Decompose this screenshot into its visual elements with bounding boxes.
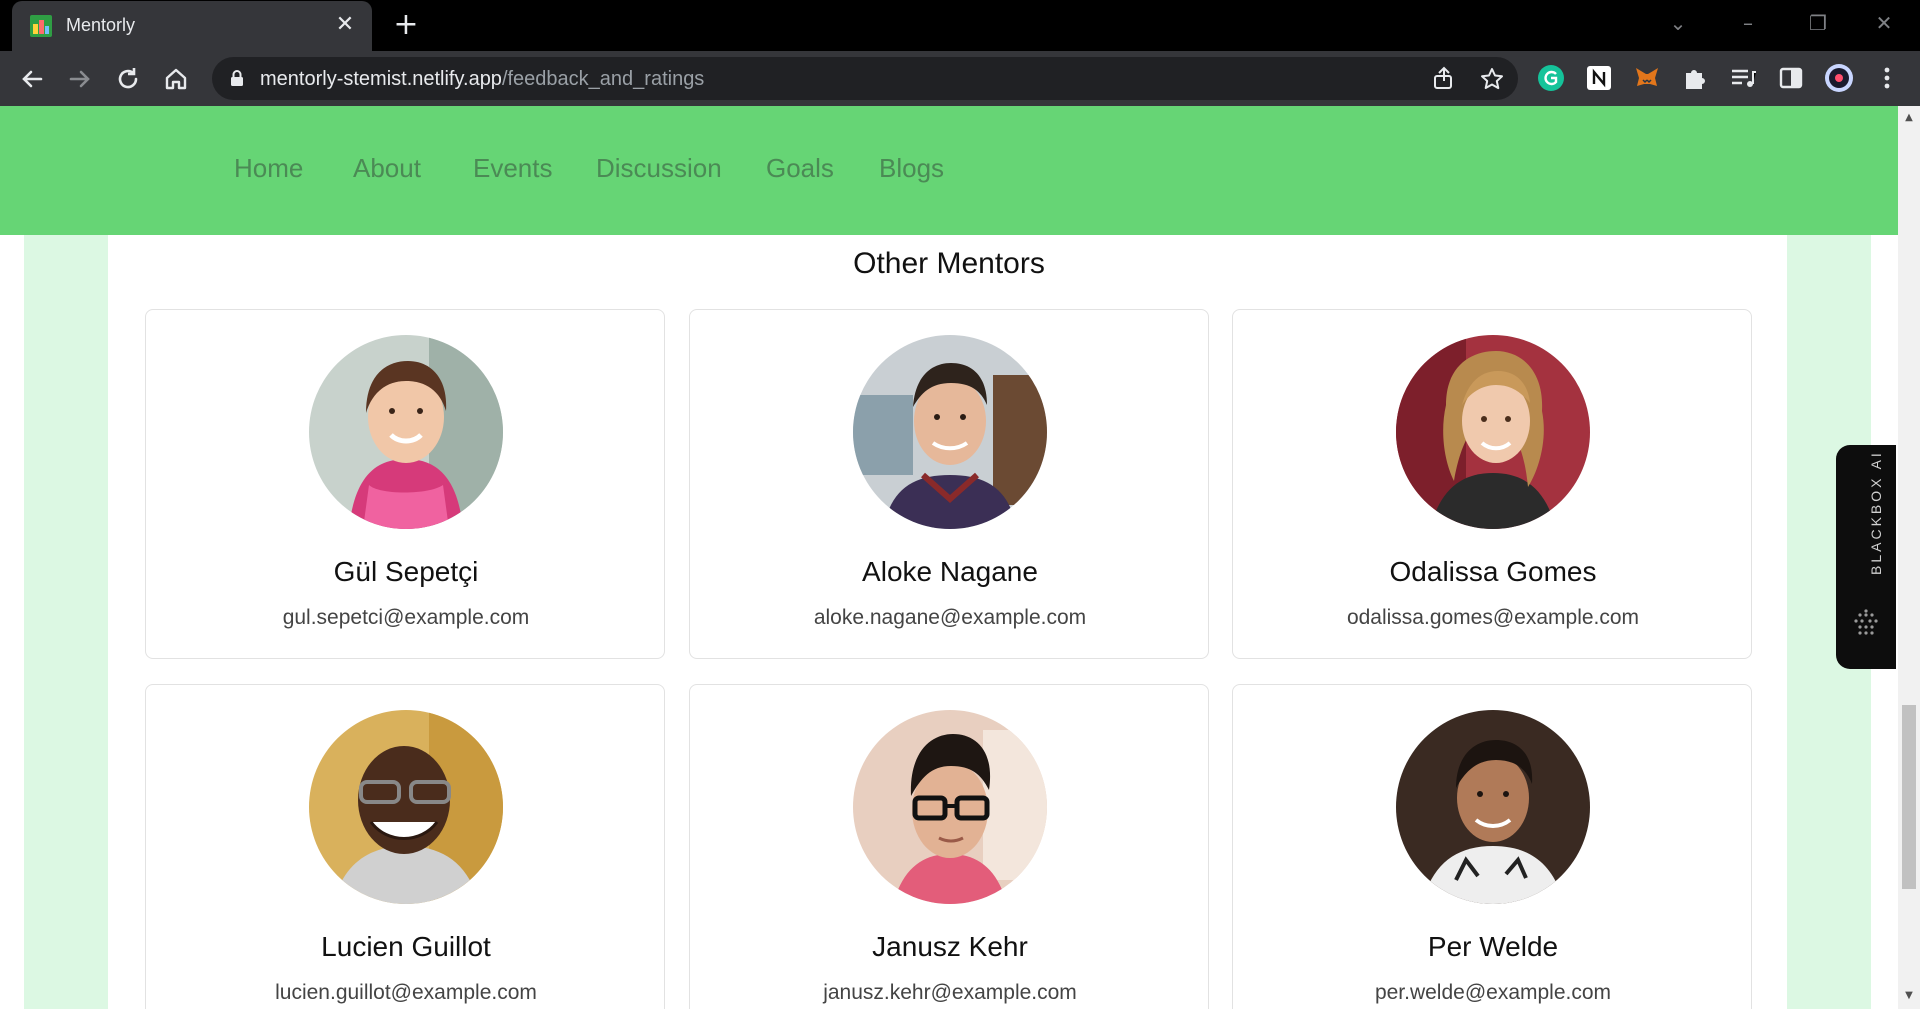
window-close-icon[interactable]: ✕ — [1866, 8, 1902, 38]
new-tab-button[interactable]: + — [390, 10, 422, 42]
site-navbar: Home About Events Discussion Goals Blogs — [0, 106, 1898, 235]
mentor-email: odalissa.gomes@example.com — [1346, 606, 1640, 629]
mentor-name: Per Welde — [1427, 931, 1559, 962]
profile-avatar-icon[interactable] — [1824, 63, 1854, 93]
nav-link-home[interactable]: Home — [234, 153, 303, 184]
mentor-name: Aloke Nagane — [862, 556, 1038, 587]
minimize-icon[interactable]: – — [1730, 8, 1766, 38]
home-icon[interactable] — [160, 63, 192, 95]
reload-icon[interactable] — [112, 63, 144, 95]
mentor-card[interactable]: Gül Sepetçi gul.sepetci@example.com — [145, 309, 665, 659]
mentor-card[interactable]: Lucien Guillot lucien.guillot@example.co… — [145, 684, 665, 1009]
nav-link-blogs[interactable]: Blogs — [879, 153, 944, 184]
mentor-card[interactable]: Aloke Nagane aloke.nagane@example.com — [689, 309, 1209, 659]
share-icon[interactable] — [1430, 65, 1458, 93]
tab-title: Mentorly — [66, 15, 136, 35]
blackbox-ai-label: BLACKBOX AI — [1868, 450, 1884, 575]
restore-icon[interactable]: ❐ — [1800, 8, 1836, 38]
scroll-up-arrow-icon[interactable]: ▲ — [1903, 112, 1915, 124]
mentor-email: aloke.nagane@example.com — [813, 606, 1087, 629]
mentor-card[interactable]: Odalissa Gomes odalissa.gomes@example.co… — [1232, 309, 1752, 659]
close-icon[interactable]: ✕ — [332, 12, 358, 38]
mentor-card[interactable]: Janusz Kehr janusz.kehr@example.com — [689, 684, 1209, 1009]
blackbox-logo-icon — [1850, 607, 1882, 639]
mentor-name: Lucien Guillot — [321, 931, 491, 962]
nav-link-goals[interactable]: Goals — [766, 153, 834, 184]
scrollbar-thumb[interactable] — [1902, 705, 1916, 889]
browser-tab[interactable]: Mentorly ✕ — [12, 1, 372, 51]
mentor-name: Gül Sepetçi — [333, 556, 479, 587]
section-title: Other Mentors — [853, 247, 1045, 280]
media-control-icon[interactable] — [1728, 63, 1758, 93]
page-scrollbar[interactable]: ▲ ▼ — [1898, 106, 1920, 1009]
mentor-name: Odalissa Gomes — [1389, 556, 1597, 587]
address-bar[interactable]: mentorly-stemist.netlify.app/feedback_an… — [212, 57, 1518, 100]
side-panel-icon[interactable] — [1776, 63, 1806, 93]
blackbox-ai-widget[interactable]: BLACKBOX AI — [1836, 445, 1896, 669]
mentor-avatar — [309, 710, 503, 904]
mentor-avatar — [1396, 710, 1590, 904]
mentor-name: Janusz Kehr — [872, 931, 1028, 962]
mentor-avatar — [853, 710, 1047, 904]
mentor-avatar — [853, 335, 1047, 529]
nav-link-events[interactable]: Events — [473, 153, 553, 184]
browser-toolbar: mentorly-stemist.netlify.app/feedback_an… — [0, 51, 1920, 106]
back-arrow-icon[interactable] — [16, 63, 48, 95]
mentor-email: lucien.guillot@example.com — [275, 981, 537, 1004]
mentor-email: gul.sepetci@example.com — [282, 606, 530, 629]
chrome-menu-icon[interactable] — [1872, 63, 1902, 93]
bookmark-star-icon[interactable] — [1478, 65, 1506, 93]
mentor-avatar — [1396, 335, 1590, 529]
mentor-card[interactable]: Per Welde per.welde@example.com — [1232, 684, 1752, 1009]
mentorly-favicon-icon — [30, 15, 52, 37]
scroll-down-arrow-icon[interactable]: ▼ — [1903, 990, 1915, 1002]
page-viewport: Home About Events Discussion Goals Blogs… — [0, 106, 1898, 1009]
mentor-avatar — [309, 335, 503, 529]
extensions-puzzle-icon[interactable] — [1680, 63, 1710, 93]
page-left-margin — [0, 106, 24, 1009]
forward-arrow-icon[interactable] — [64, 63, 96, 95]
notion-extension-icon[interactable] — [1584, 63, 1614, 93]
browser-tabstrip: Mentorly ✕ + ⌄ – ❐ ✕ — [0, 0, 1920, 51]
url-text[interactable]: mentorly-stemist.netlify.app/feedback_an… — [260, 68, 704, 91]
nav-link-discussion[interactable]: Discussion — [596, 153, 722, 184]
mentor-email: per.welde@example.com — [1374, 981, 1612, 1004]
tab-search-icon[interactable]: ⌄ — [1660, 8, 1696, 38]
metamask-extension-icon[interactable] — [1632, 63, 1662, 93]
grammarly-extension-icon[interactable] — [1536, 63, 1566, 93]
lock-icon[interactable] — [228, 69, 246, 87]
mentor-email: janusz.kehr@example.com — [823, 981, 1077, 1004]
nav-link-about[interactable]: About — [353, 153, 421, 184]
